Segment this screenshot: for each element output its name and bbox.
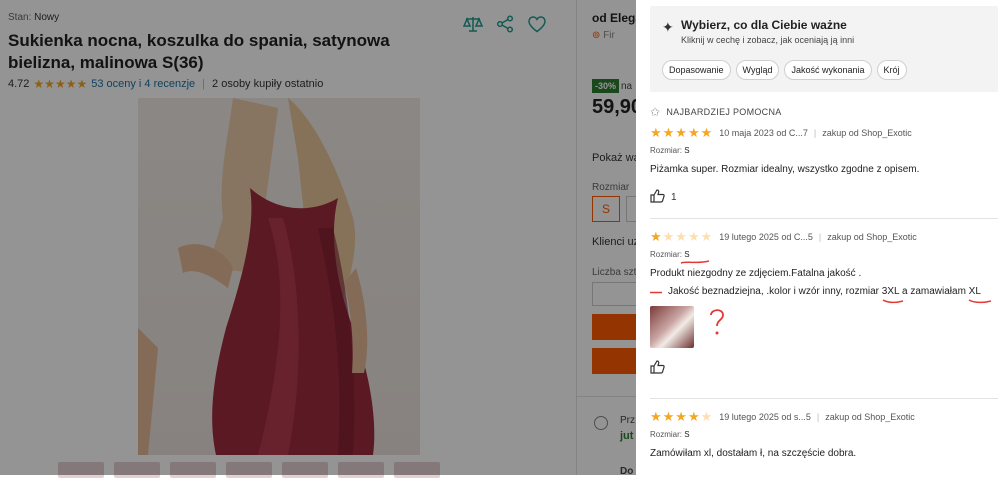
review-size: Rozmiar: S: [650, 146, 690, 155]
review-text-2: Jakość beznadziejna, .kolor i wzór inny,…: [650, 286, 998, 304]
review-item: ★★★★★ 19 lutego 2025 od C...5 | zakup od…: [650, 230, 998, 377]
sparkle-icon: ✦: [662, 19, 674, 35]
review-size: Rozmiar: S: [650, 430, 690, 439]
filter-title: Wybierz, co dla Ciebie ważne: [681, 18, 847, 32]
review-date: 19 lutego 2025 od s...5: [719, 411, 811, 422]
red-underline-icon: [882, 299, 904, 304]
review-size: Rozmiar: S: [650, 250, 998, 264]
modal-backdrop[interactable]: [0, 0, 636, 475]
red-question-mark-icon: [710, 309, 724, 335]
review-shop: zakup od Shop_Exotic: [822, 127, 912, 138]
review-meta: ★★★★★ 10 maja 2023 od C...7 | zakup od S…: [650, 125, 912, 140]
review-meta: ★★★★★ 19 lutego 2025 od s...5 | zakup od…: [650, 409, 915, 424]
review-photos: [650, 306, 998, 348]
review-text: Zamówiłam xl, dostałam ł, na szczęście d…: [650, 448, 857, 459]
thumbs-up-icon[interactable]: [650, 360, 665, 377]
reviews-panel: ✦ Wybierz, co dla Ciebie ważne Kliknij w…: [636, 0, 999, 475]
review-item: ✩ NAJBARDZIEJ POMOCNA ★★★★★ 10 maja 2023…: [650, 105, 998, 206]
review-shop: zakup od Shop_Exotic: [825, 411, 915, 422]
review-stars-icon: ★★★★★: [650, 409, 714, 424]
review-text: Piżamka super. Rozmiar idealny, wszystko…: [650, 164, 920, 175]
feature-filter-box: ✦ Wybierz, co dla Ciebie ważne Kliknij w…: [650, 6, 998, 92]
review-meta: ★★★★★ 19 lutego 2025 od C...5 | zakup od…: [650, 229, 917, 244]
review-stars-icon: ★★★★★: [650, 229, 714, 244]
review-item: ★★★★★ 19 lutego 2025 od s...5 | zakup od…: [650, 410, 998, 459]
thumbs-up-icon[interactable]: [650, 189, 665, 206]
red-underline-icon: [968, 299, 992, 304]
filter-subtitle: Kliknij w cechę i zobacz, jak oceniają j…: [681, 35, 855, 45]
likes-count: 1: [671, 192, 677, 203]
divider: [650, 218, 998, 219]
chip-fit[interactable]: Dopasowanie: [662, 60, 731, 80]
review-likes[interactable]: [650, 360, 998, 377]
feature-chips: Dopasowanie Wygląd Jakość wykonania Krój: [662, 60, 907, 80]
chip-cut[interactable]: Krój: [876, 60, 907, 80]
red-underline-icon: [680, 260, 710, 264]
review-date: 19 lutego 2025 od C...5: [719, 231, 813, 242]
award-icon: ✩: [650, 105, 661, 119]
review-photo[interactable]: [650, 306, 694, 348]
red-dash-icon: [650, 291, 662, 294]
review-likes[interactable]: 1: [650, 189, 998, 206]
review-shop: zakup od Shop_Exotic: [827, 231, 917, 242]
divider: [650, 398, 998, 399]
review-text: Produkt niezgodny ze zdjęciem.Fatalna ja…: [650, 268, 862, 279]
chip-quality[interactable]: Jakość wykonania: [784, 60, 872, 80]
most-helpful-label: ✩ NAJBARDZIEJ POMOCNA: [650, 105, 782, 119]
chip-look[interactable]: Wygląd: [735, 60, 780, 80]
review-date: 10 maja 2023 od C...7: [719, 127, 808, 138]
review-stars-icon: ★★★★★: [650, 125, 714, 140]
